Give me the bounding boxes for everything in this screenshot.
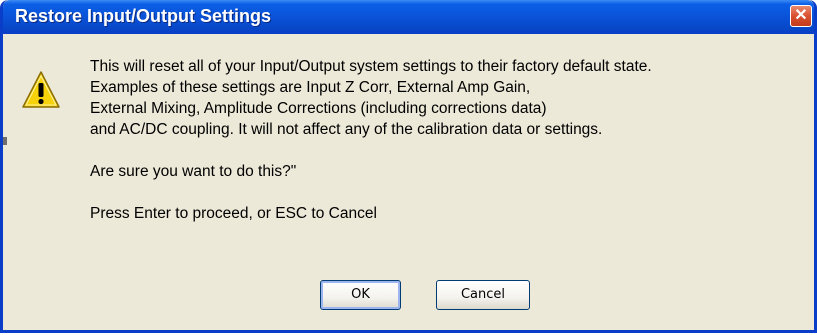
message-text: This will reset all of your Input/Output… — [90, 56, 810, 224]
resize-handle[interactable] — [3, 137, 7, 145]
message-line: External Mixing, Amplitude Corrections (… — [90, 100, 547, 117]
title-bar[interactable]: Restore Input/Output Settings ✕ — [3, 0, 814, 34]
instruction-text: Press Enter to proceed, or ESC to Cancel — [90, 205, 377, 222]
message-line: Examples of these settings are Input Z C… — [90, 79, 531, 96]
restore-settings-dialog: Restore Input/Output Settings ✕ This wil… — [0, 0, 817, 333]
confirmation-question: Are sure you want to do this?" — [90, 163, 297, 180]
message-line: and AC/DC coupling. It will not affect a… — [90, 121, 603, 138]
warning-icon — [22, 71, 60, 108]
cancel-button[interactable]: Cancel — [436, 280, 530, 310]
ok-button[interactable]: OK — [320, 280, 401, 310]
dialog-title: Restore Input/Output Settings — [15, 6, 271, 26]
message-line: This will reset all of your Input/Output… — [90, 58, 652, 75]
close-button[interactable]: ✕ — [790, 5, 812, 27]
